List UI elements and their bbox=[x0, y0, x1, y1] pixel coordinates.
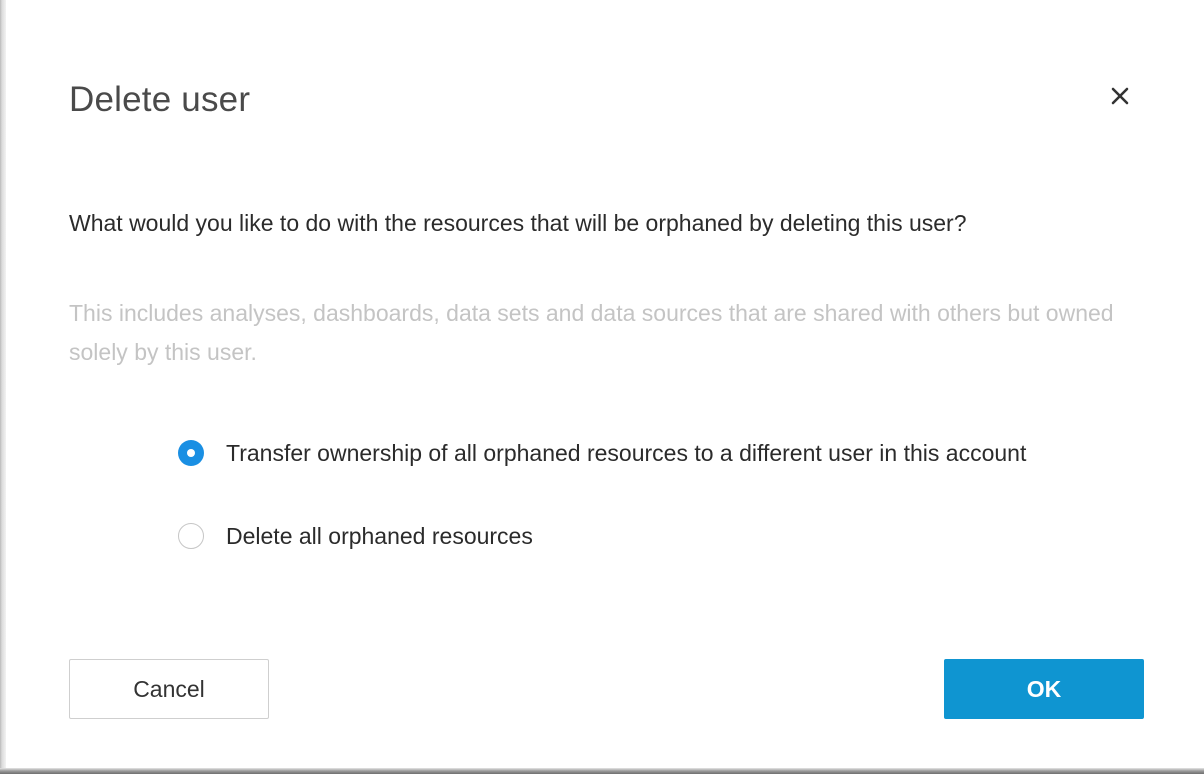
radio-selected-icon[interactable] bbox=[178, 440, 204, 466]
orphaned-resources-question: What would you like to do with the resou… bbox=[69, 210, 967, 236]
window-edge-left bbox=[0, 0, 6, 774]
close-icon bbox=[1111, 87, 1129, 105]
radio-unselected-icon[interactable] bbox=[178, 523, 204, 549]
transfer-ownership-label: Transfer ownership of all orphaned resou… bbox=[226, 440, 1027, 466]
close-button[interactable] bbox=[1104, 80, 1136, 112]
delete-user-dialog: Delete user What would you like to do wi… bbox=[8, 0, 1204, 768]
modal-shadow-bottom bbox=[0, 768, 1204, 774]
ok-button[interactable]: OK bbox=[944, 659, 1144, 719]
resource-action-radio-group: Transfer ownership of all orphaned resou… bbox=[178, 432, 1138, 558]
dialog-title: Delete user bbox=[69, 80, 251, 119]
cancel-button[interactable]: Cancel bbox=[69, 659, 269, 719]
delete-resources-option[interactable]: Delete all orphaned resources bbox=[178, 515, 1138, 558]
transfer-ownership-option[interactable]: Transfer ownership of all orphaned resou… bbox=[178, 432, 1138, 475]
delete-resources-label: Delete all orphaned resources bbox=[226, 523, 533, 549]
orphaned-resources-description: This includes analyses, dashboards, data… bbox=[69, 300, 1114, 365]
